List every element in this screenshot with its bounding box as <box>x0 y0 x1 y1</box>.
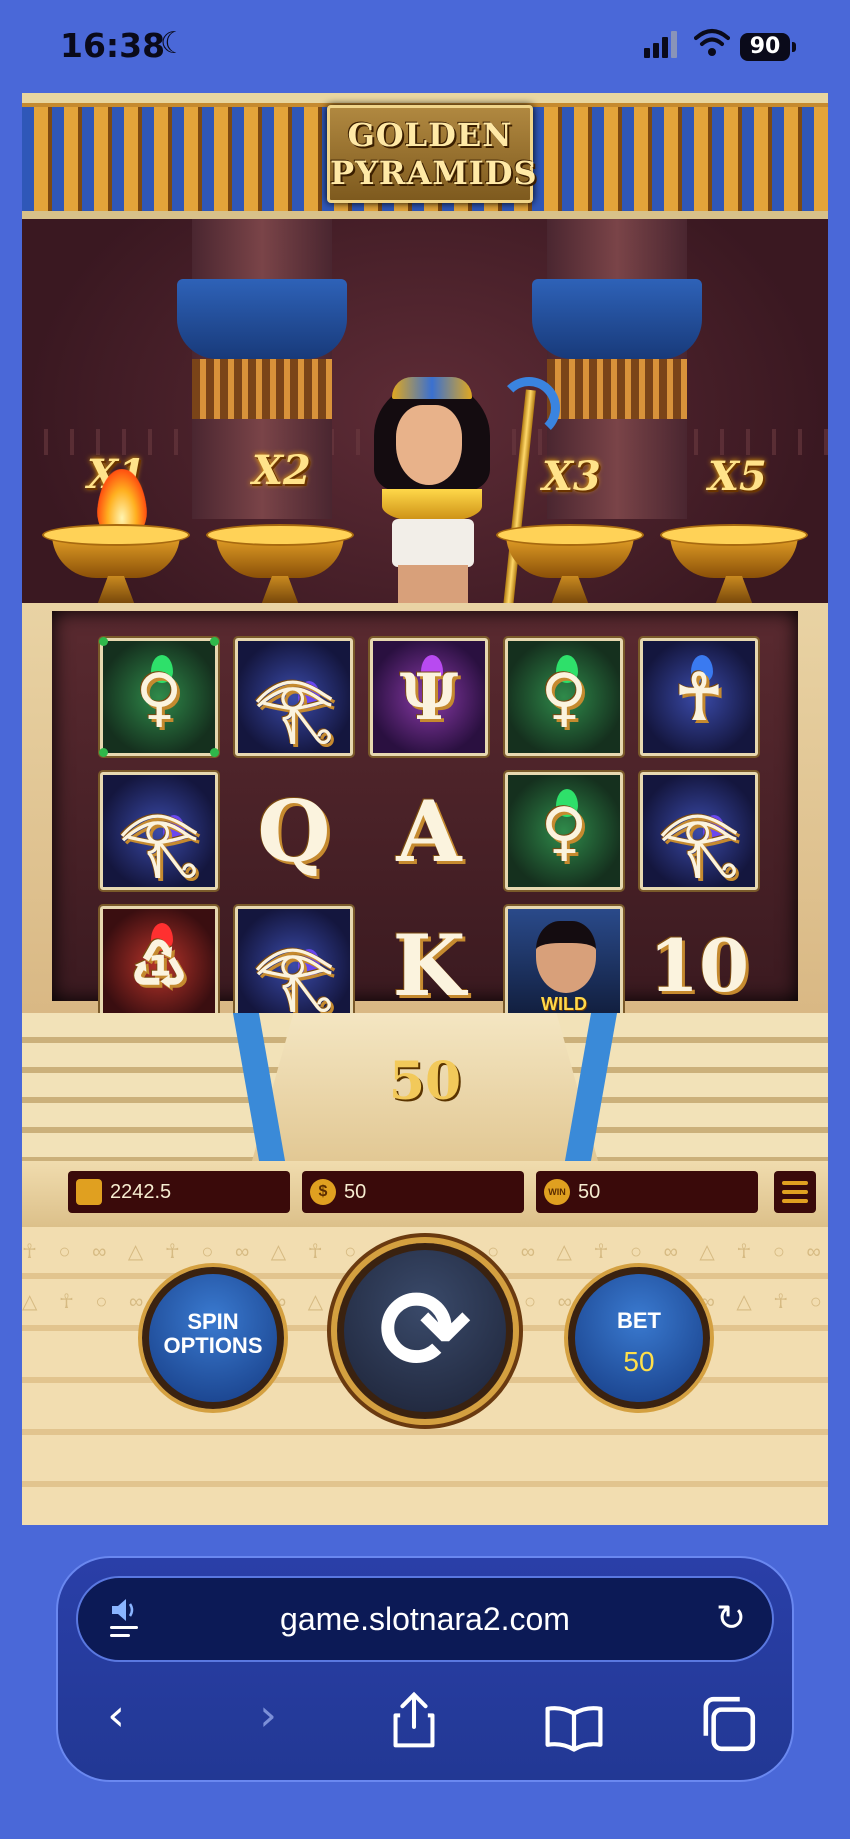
balance-value: 2242.5 <box>110 1181 172 1203</box>
reel-symbol: 𓂀 <box>235 638 353 756</box>
url-text: game.slotnara2.com <box>280 1601 570 1637</box>
balance-display: 2242.5 <box>68 1171 290 1213</box>
refresh-icon: ⟳ <box>378 1266 472 1394</box>
reel-symbol: ♳ <box>100 906 218 1024</box>
cleopatra-wild-icon <box>536 921 596 993</box>
fire-bowl-4 <box>660 524 808 608</box>
browser-toolbar: game.slotnara2.com ↻ ‹ › <box>56 1556 794 1782</box>
right-column-capital <box>532 279 702 359</box>
card-king-icon: K <box>392 915 466 1015</box>
multiplier-x5: X5 <box>708 453 767 500</box>
left-column-capital <box>177 279 347 359</box>
card-queen-icon: Q <box>257 781 331 881</box>
info-bar: 2242.5 $ 50 WIN 50 <box>22 1161 828 1227</box>
reel-symbol: 𓂀 <box>235 906 353 1024</box>
bet-value: 50 <box>623 1346 655 1377</box>
reel-symbol: ♀ <box>505 638 623 756</box>
temple-steps: 50 <box>22 1013 828 1161</box>
control-panel: ☥ ○ ∞ △ ☥ ○ ∞ △ ☥ ○ ∞ △ ☥ ○ ∞ △ ☥ ○ ∞ △ … <box>22 1227 828 1525</box>
reel-symbol: ☥ <box>640 638 758 756</box>
emerald-ankh-knot-icon: ♀ <box>540 659 588 735</box>
reload-icon[interactable]: ↻ <box>716 1598 746 1639</box>
bet-label: BET <box>617 1308 661 1333</box>
spin-options-button[interactable]: SPIN OPTIONS <box>142 1267 284 1409</box>
battery-nub <box>792 42 796 52</box>
reel-symbol: ♀ <box>505 772 623 890</box>
total-win-amount: 50 <box>388 1051 462 1112</box>
fire-bowl-1 <box>42 469 190 608</box>
bet-display-value: 50 <box>344 1181 367 1203</box>
wifi-icon <box>694 29 730 56</box>
reel-frame: ♀ 𓂀 Ψ ♀ ☥ 𓂀 Q A ♀ 𓂀 ♳ 𓂀 K WILD 10 <box>22 603 828 1024</box>
bet-display: $ 50 <box>302 1171 524 1213</box>
wild-label: WILD <box>541 994 587 1014</box>
reel-symbol-wild: WILD <box>505 906 623 1024</box>
status-time: 16:38 <box>60 26 166 65</box>
back-icon[interactable]: ‹ <box>86 1686 146 1746</box>
reel-symbol: ♀ <box>99 637 219 757</box>
win-badge-icon: WIN <box>544 1179 570 1205</box>
wallet-icon <box>76 1179 102 1205</box>
signal-icon <box>644 31 677 58</box>
game-logo: GOLDEN PYRAMIDS <box>327 105 538 203</box>
moon-icon: ☾ <box>160 27 187 60</box>
title-banner: GOLDEN PYRAMIDS <box>22 93 828 219</box>
logo-line-1: GOLDEN <box>347 116 513 154</box>
reel-symbol: Q <box>235 772 353 890</box>
status-bar: 16:38 ☾ 90 <box>0 0 850 95</box>
reel-grid: ♀ 𓂀 Ψ ♀ ☥ 𓂀 Q A ♀ 𓂀 ♳ 𓂀 K WILD 10 <box>52 611 798 1024</box>
spin-options-label-1: SPIN <box>187 1309 239 1334</box>
reel-symbol: K <box>370 906 488 1024</box>
multiplier-x2: X2 <box>252 447 311 494</box>
tabs-icon[interactable] <box>698 1694 758 1754</box>
card-ace-icon: A <box>396 781 462 881</box>
fire-bowl-2 <box>206 524 354 608</box>
address-bar[interactable]: game.slotnara2.com ↻ <box>76 1576 774 1662</box>
reel-symbol: 𓂀 <box>100 772 218 890</box>
emerald-ankh-knot-icon: ♀ <box>540 793 588 869</box>
forward-icon[interactable]: › <box>238 1686 298 1746</box>
reel-symbol: 10 <box>640 906 758 1024</box>
spin-options-label-2: OPTIONS <box>163 1333 263 1358</box>
amethyst-chalice-icon: Ψ <box>399 659 459 735</box>
battery-indicator: 90 <box>740 33 790 61</box>
spin-button[interactable]: ⟳ <box>337 1243 513 1419</box>
eye-of-horus-icon: 𓂀 <box>254 670 334 745</box>
left-column-ring <box>192 359 332 419</box>
sapphire-ankh-icon: ☥ <box>675 659 723 735</box>
bookmarks-icon[interactable] <box>544 1698 604 1758</box>
fire-bowl-3 <box>496 524 644 608</box>
ruby-scarab-seal-icon: ♳ <box>130 927 188 1003</box>
emerald-ankh-knot-icon: ♀ <box>135 659 183 735</box>
multiplier-x3: X3 <box>542 453 601 500</box>
card-ten-icon: 10 <box>648 922 750 1008</box>
eye-of-horus-icon: 𓂀 <box>659 804 739 879</box>
eye-of-horus-icon: 𓂀 <box>119 804 199 879</box>
reel-symbol: Ψ <box>370 638 488 756</box>
share-icon[interactable] <box>384 1690 444 1750</box>
eye-of-horus-icon: 𓂀 <box>254 938 334 1013</box>
win-display: WIN 50 <box>536 1171 758 1213</box>
reel-symbol: A <box>370 772 488 890</box>
logo-line-2: PYRAMIDS <box>330 154 538 192</box>
bet-button[interactable]: BET 50 <box>568 1267 710 1409</box>
reel-symbol: 𓂀 <box>640 772 758 890</box>
slot-game: GOLDEN PYRAMIDS X1 X2 X3 X5 <box>22 93 828 1525</box>
coin-icon: $ <box>310 1179 336 1205</box>
menu-button[interactable] <box>774 1171 816 1213</box>
right-column-ring <box>547 359 687 419</box>
win-value: 50 <box>578 1181 601 1203</box>
